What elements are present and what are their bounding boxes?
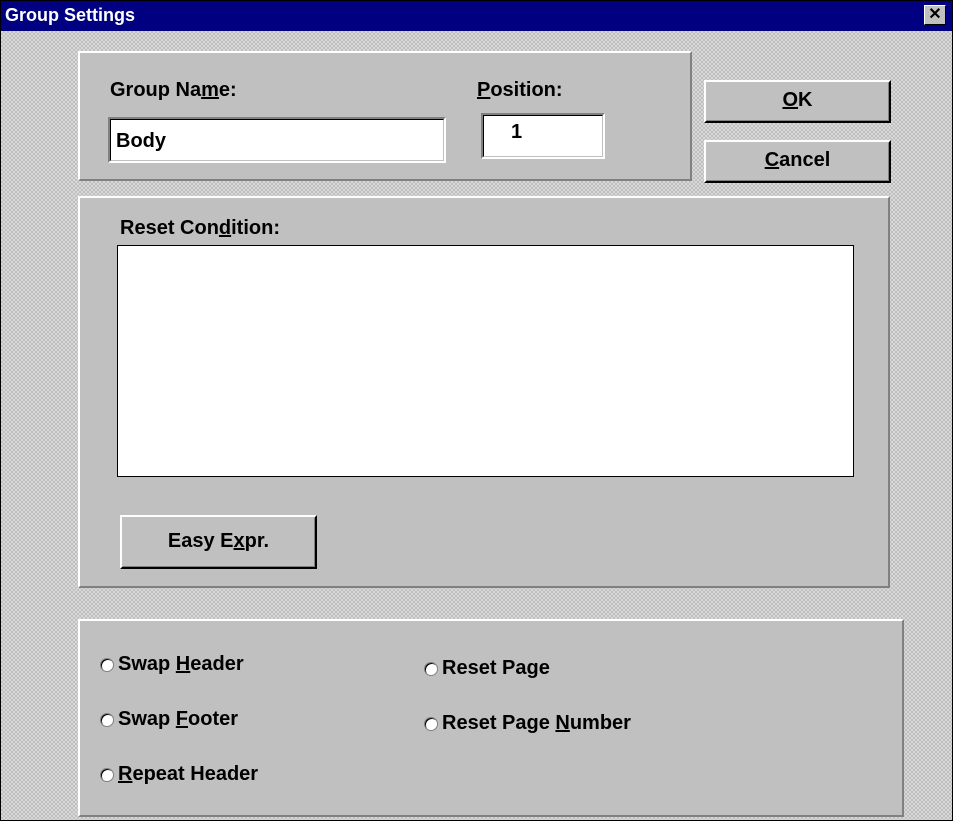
reset-page-number-radio[interactable]: [424, 716, 438, 731]
close-button[interactable]: ✕: [924, 5, 946, 25]
group-name-label: Group Name:: [110, 79, 237, 101]
reset-page-number-option[interactable]: Reset Page Number: [424, 712, 631, 735]
group-name-panel: Group Name: Body Position: 1: [78, 51, 692, 181]
swap-header-radio[interactable]: [100, 657, 114, 672]
reset-condition-panel: Reset Condition: Easy Expr.: [78, 196, 890, 588]
reset-page-radio[interactable]: [424, 661, 438, 676]
swap-footer-option[interactable]: Swap Footer: [100, 708, 238, 731]
swap-footer-radio[interactable]: [100, 712, 114, 727]
reset-condition-textarea[interactable]: [117, 245, 854, 477]
reset-condition-label: Reset Condition:: [120, 217, 280, 239]
easy-expr-button[interactable]: Easy Expr.: [120, 515, 317, 569]
position-label: Position:: [477, 79, 563, 101]
ok-button[interactable]: OK: [704, 80, 891, 123]
swap-header-option[interactable]: Swap Header: [100, 653, 244, 676]
dialog-title: Group Settings: [5, 5, 135, 25]
reset-page-option[interactable]: Reset Page: [424, 657, 550, 680]
group-name-input[interactable]: Body: [108, 117, 446, 163]
cancel-button[interactable]: Cancel: [704, 140, 891, 183]
repeat-header-radio[interactable]: [100, 767, 114, 782]
options-panel: Swap Header Swap Footer Repeat Header Re…: [78, 619, 904, 817]
close-icon: ✕: [928, 6, 942, 23]
group-settings-dialog: Group Settings ✕ Group Name: Body Positi…: [0, 0, 953, 821]
position-input[interactable]: 1: [481, 113, 605, 159]
title-bar[interactable]: Group Settings ✕: [1, 1, 952, 31]
repeat-header-option[interactable]: Repeat Header: [100, 763, 258, 786]
